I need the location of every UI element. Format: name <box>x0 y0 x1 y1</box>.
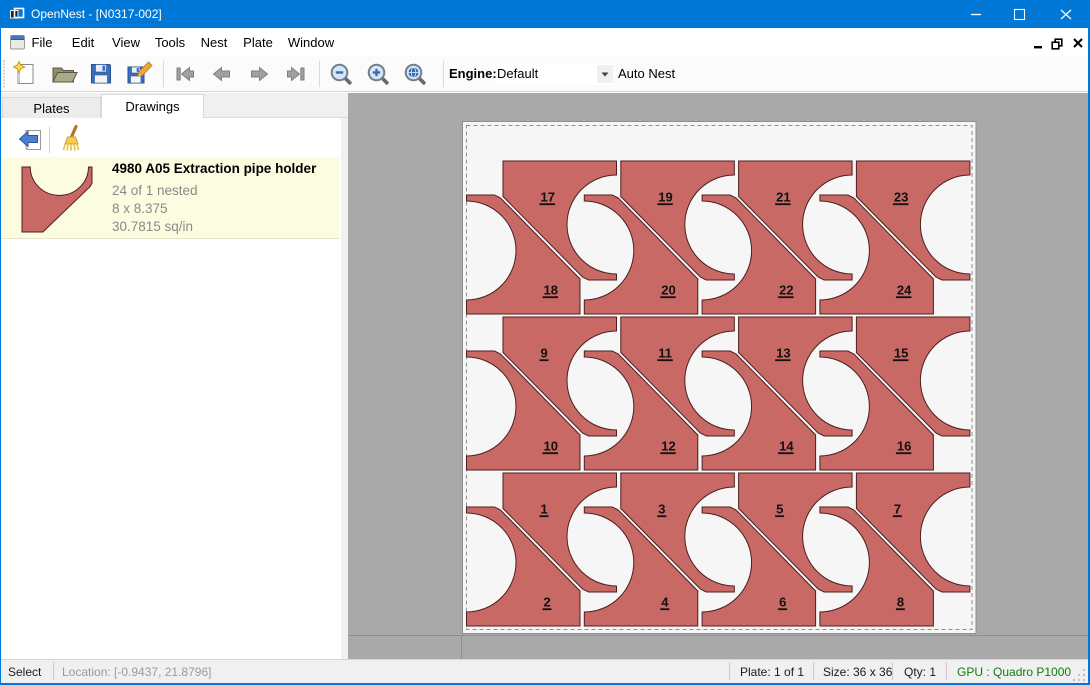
svg-text:13: 13 <box>776 346 790 361</box>
svg-text:4: 4 <box>661 595 669 610</box>
svg-text:17: 17 <box>541 190 555 205</box>
svg-text:9: 9 <box>541 346 548 361</box>
svg-text:2: 2 <box>544 595 551 610</box>
svg-text:10: 10 <box>544 439 558 454</box>
svg-text:6: 6 <box>779 595 786 610</box>
svg-text:19: 19 <box>658 190 672 205</box>
svg-text:18: 18 <box>544 283 558 298</box>
svg-text:8: 8 <box>897 595 904 610</box>
svg-text:20: 20 <box>661 283 675 298</box>
svg-text:5: 5 <box>776 502 783 517</box>
svg-text:1: 1 <box>541 502 548 517</box>
svg-text:11: 11 <box>658 346 672 361</box>
svg-text:14: 14 <box>779 439 794 454</box>
svg-text:24: 24 <box>897 283 912 298</box>
svg-text:15: 15 <box>894 346 908 361</box>
svg-text:7: 7 <box>894 502 901 517</box>
svg-text:16: 16 <box>897 439 911 454</box>
svg-text:3: 3 <box>658 502 665 517</box>
svg-text:23: 23 <box>894 190 908 205</box>
svg-text:12: 12 <box>661 439 675 454</box>
svg-text:22: 22 <box>779 283 793 298</box>
svg-text:21: 21 <box>776 190 790 205</box>
